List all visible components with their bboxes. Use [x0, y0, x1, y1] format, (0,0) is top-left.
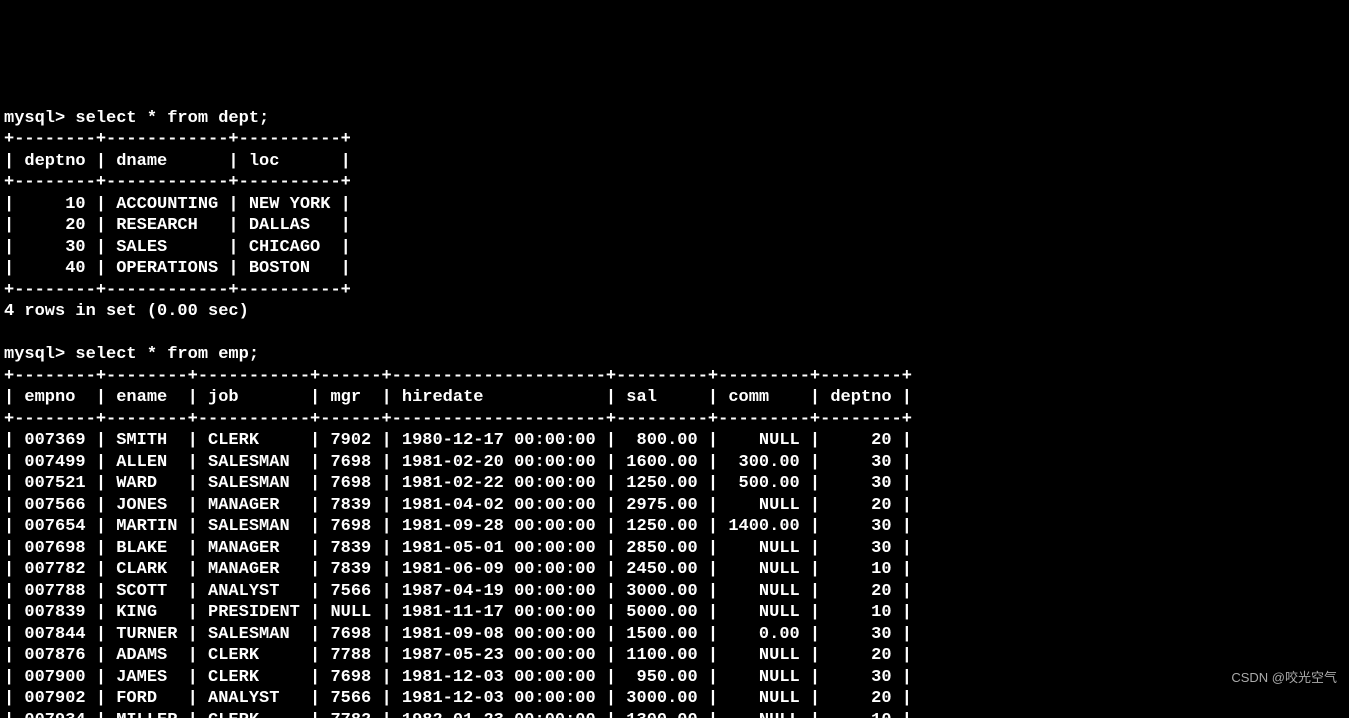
table-row: | 007654 | MARTIN | SALESMAN | 7698 | 19… — [4, 517, 912, 536]
table-row: | 007934 | MILLER | CLERK | 7782 | 1982-… — [4, 711, 912, 718]
mysql-prompt-2: mysql> select * from emp; — [4, 345, 259, 364]
emp-header: | empno | ename | job | mgr | hiredate |… — [4, 388, 912, 407]
table-row: | 10 | ACCOUNTING | NEW YORK | — [4, 195, 351, 214]
emp-border-mid: +--------+--------+-----------+------+--… — [4, 410, 912, 429]
dept-border-bot: +--------+------------+----------+ — [4, 281, 351, 300]
emp-border-top: +--------+--------+-----------+------+--… — [4, 367, 912, 386]
table-row: | 007369 | SMITH | CLERK | 7902 | 1980-1… — [4, 431, 912, 450]
table-row: | 20 | RESEARCH | DALLAS | — [4, 216, 351, 235]
table-row: | 007566 | JONES | MANAGER | 7839 | 1981… — [4, 496, 912, 515]
table-row: | 007876 | ADAMS | CLERK | 7788 | 1987-0… — [4, 646, 912, 665]
table-row: | 007521 | WARD | SALESMAN | 7698 | 1981… — [4, 474, 912, 493]
table-row: | 007900 | JAMES | CLERK | 7698 | 1981-1… — [4, 668, 912, 687]
dept-footer: 4 rows in set (0.00 sec) — [4, 302, 249, 321]
mysql-prompt-1: mysql> select * from dept; — [4, 109, 269, 128]
table-row: | 007902 | FORD | ANALYST | 7566 | 1981-… — [4, 689, 912, 708]
dept-border-mid: +--------+------------+----------+ — [4, 173, 351, 192]
dept-border-top: +--------+------------+----------+ — [4, 130, 351, 149]
dept-header: | deptno | dname | loc | — [4, 152, 351, 171]
table-row: | 007788 | SCOTT | ANALYST | 7566 | 1987… — [4, 582, 912, 601]
table-row: | 40 | OPERATIONS | BOSTON | — [4, 259, 351, 278]
table-row: | 007844 | TURNER | SALESMAN | 7698 | 19… — [4, 625, 912, 644]
table-row: | 007499 | ALLEN | SALESMAN | 7698 | 198… — [4, 453, 912, 472]
table-row: | 007698 | BLAKE | MANAGER | 7839 | 1981… — [4, 539, 912, 558]
watermark-text: CSDN @咬光空气 — [1231, 667, 1337, 689]
table-row: | 007839 | KING | PRESIDENT | NULL | 198… — [4, 603, 912, 622]
terminal-output[interactable]: mysql> select * from dept; +--------+---… — [0, 86, 1349, 718]
table-row: | 007782 | CLARK | MANAGER | 7839 | 1981… — [4, 560, 912, 579]
table-row: | 30 | SALES | CHICAGO | — [4, 238, 351, 257]
